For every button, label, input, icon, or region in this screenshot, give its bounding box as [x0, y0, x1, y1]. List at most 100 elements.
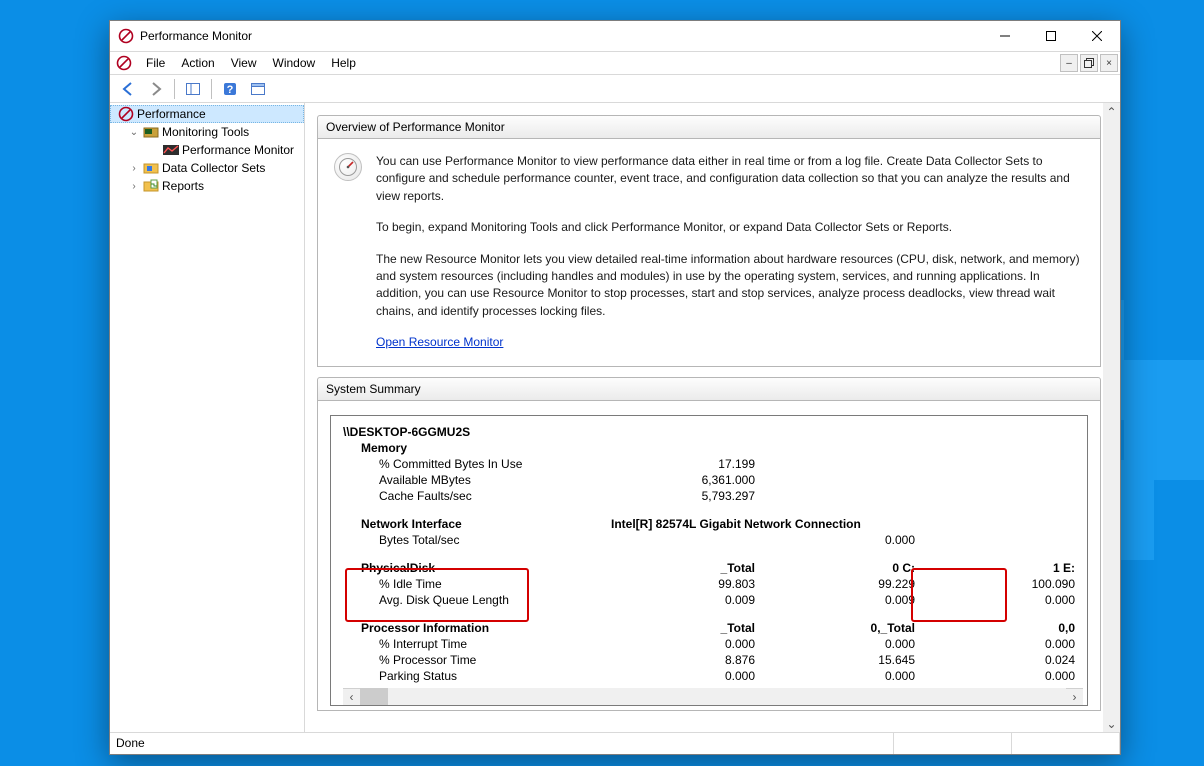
bytes-label: Bytes Total/sec [343, 532, 603, 548]
reports-icon [143, 178, 159, 194]
vertical-scrollbar[interactable]: ⌃ ⌄ [1103, 103, 1120, 732]
toolbar: ? [110, 75, 1120, 103]
parking-label: Parking Status [343, 668, 603, 684]
scroll-left-button[interactable]: ‹ [343, 688, 360, 705]
parking-v2: 0.000 [923, 668, 1083, 684]
tree-label: Data Collector Sets [162, 161, 265, 175]
idle-v2: 100.090 [923, 576, 1083, 592]
proc-title: Processor Information [343, 620, 603, 636]
committed-value: 17.199 [603, 456, 763, 472]
app-icon [118, 28, 134, 44]
interrupt-v0: 0.000 [603, 636, 763, 652]
interrupt-v2: 0.000 [923, 636, 1083, 652]
status-cell-2 [894, 733, 1012, 754]
status-bar: Done [110, 732, 1120, 754]
parking-v1: 0.000 [763, 668, 923, 684]
window-title: Performance Monitor [140, 29, 252, 43]
maximize-button[interactable] [1028, 21, 1074, 51]
available-value: 6,361.000 [603, 472, 763, 488]
overview-paragraph-2: To begin, expand Monitoring Tools and cl… [376, 219, 1084, 236]
proc-col-1: 0,_Total [763, 620, 923, 636]
scroll-down-button[interactable]: ⌄ [1103, 715, 1120, 732]
back-button[interactable] [116, 77, 140, 101]
toolbar-separator [174, 79, 175, 99]
minimize-button[interactable] [982, 21, 1028, 51]
tree-node-performance[interactable]: Performance [110, 105, 304, 123]
idle-label: % Idle Time [343, 576, 603, 592]
system-summary-grid: \\DESKTOP-6GGMU2S Memory % Committed Byt… [330, 415, 1088, 706]
show-hide-tree-button[interactable] [181, 77, 205, 101]
chevron-right-icon[interactable]: › [128, 163, 140, 174]
processor-v0: 8.876 [603, 652, 763, 668]
tree-label: Reports [162, 179, 204, 193]
parking-v0: 0.000 [603, 668, 763, 684]
available-label: Available MBytes [343, 472, 603, 488]
menu-file[interactable]: File [138, 52, 173, 74]
status-text: Done [110, 733, 894, 754]
toolbar-separator [211, 79, 212, 99]
new-window-button[interactable] [246, 77, 270, 101]
menu-view[interactable]: View [223, 52, 265, 74]
tree-label: Monitoring Tools [162, 125, 249, 139]
committed-label: % Committed Bytes In Use [343, 456, 603, 472]
bytes-value: 0.000 [763, 532, 923, 548]
close-button[interactable] [1074, 21, 1120, 51]
chevron-right-icon[interactable]: › [128, 181, 140, 192]
scroll-right-button[interactable]: › [1066, 688, 1083, 705]
tree-node-monitoring-tools[interactable]: ⌄ Monitoring Tools [110, 123, 304, 141]
svg-text:?: ? [227, 84, 234, 96]
horizontal-scrollbar[interactable]: ‹ › [343, 688, 1083, 705]
chart-icon [163, 142, 179, 158]
computer-name: \\DESKTOP-6GGMU2S [343, 424, 603, 440]
network-instance: Intel[R] 82574L Gigabit Network Connecti… [603, 516, 1083, 532]
tree-label: Performance [137, 107, 206, 121]
queue-v1: 0.009 [763, 592, 923, 608]
system-summary-header: System Summary [317, 377, 1101, 401]
perfmon-icon [118, 106, 134, 122]
mdi-close-button[interactable]: × [1100, 54, 1118, 72]
proc-col-0: _Total [603, 620, 763, 636]
overview-paragraph-1: You can use Performance Monitor to view … [376, 153, 1084, 205]
tree-label: Performance Monitor [182, 143, 294, 157]
navigation-tree[interactable]: Performance ⌄ Monitoring Tools Performan… [110, 103, 305, 732]
cache-value: 5,793.297 [603, 488, 763, 504]
tree-node-data-collector-sets[interactable]: › Data Collector Sets [110, 159, 304, 177]
network-title: Network Interface [343, 516, 603, 532]
help-button[interactable]: ? [218, 77, 242, 101]
processor-v1: 15.645 [763, 652, 923, 668]
mdi-restore-button[interactable] [1080, 54, 1098, 72]
title-bar[interactable]: Performance Monitor [110, 21, 1120, 51]
interrupt-v1: 0.000 [763, 636, 923, 652]
memory-title: Memory [343, 440, 603, 456]
interrupt-label: % Interrupt Time [343, 636, 603, 652]
overview-paragraph-3: The new Resource Monitor lets you view d… [376, 251, 1084, 321]
forward-button[interactable] [144, 77, 168, 101]
tree-node-performance-monitor[interactable]: Performance Monitor [110, 141, 304, 159]
disk-title: PhysicalDisk [343, 560, 603, 576]
folder-sets-icon [143, 160, 159, 176]
disk-col-1e: 1 E: [923, 560, 1083, 576]
tree-node-reports[interactable]: › Reports [110, 177, 304, 195]
proc-col-2: 0,0 [923, 620, 1083, 636]
menu-action[interactable]: Action [173, 52, 222, 74]
menu-window[interactable]: Window [265, 52, 324, 74]
menu-help[interactable]: Help [323, 52, 364, 74]
app-icon-small [116, 55, 132, 71]
folder-icon [143, 124, 159, 140]
menu-bar: File Action View Window Help – × [110, 51, 1120, 75]
performance-monitor-window: Performance Monitor File Action View Win… [109, 20, 1121, 755]
chevron-down-icon[interactable]: ⌄ [128, 127, 140, 138]
open-resource-monitor-link[interactable]: Open Resource Monitor [376, 335, 503, 349]
queue-label: Avg. Disk Queue Length [343, 592, 603, 608]
idle-v1: 99.229 [763, 576, 923, 592]
disk-col-0c: 0 C: [763, 560, 923, 576]
idle-v0: 99.803 [603, 576, 763, 592]
queue-v0: 0.009 [603, 592, 763, 608]
mdi-minimize-button[interactable]: – [1060, 54, 1078, 72]
disk-col-total: _Total [603, 560, 763, 576]
gauge-icon [334, 153, 362, 181]
scrollbar-track[interactable] [360, 688, 1066, 705]
scrollbar-thumb[interactable] [360, 688, 388, 705]
overview-body: You can use Performance Monitor to view … [317, 139, 1101, 367]
scroll-up-button[interactable]: ⌃ [1103, 103, 1120, 120]
